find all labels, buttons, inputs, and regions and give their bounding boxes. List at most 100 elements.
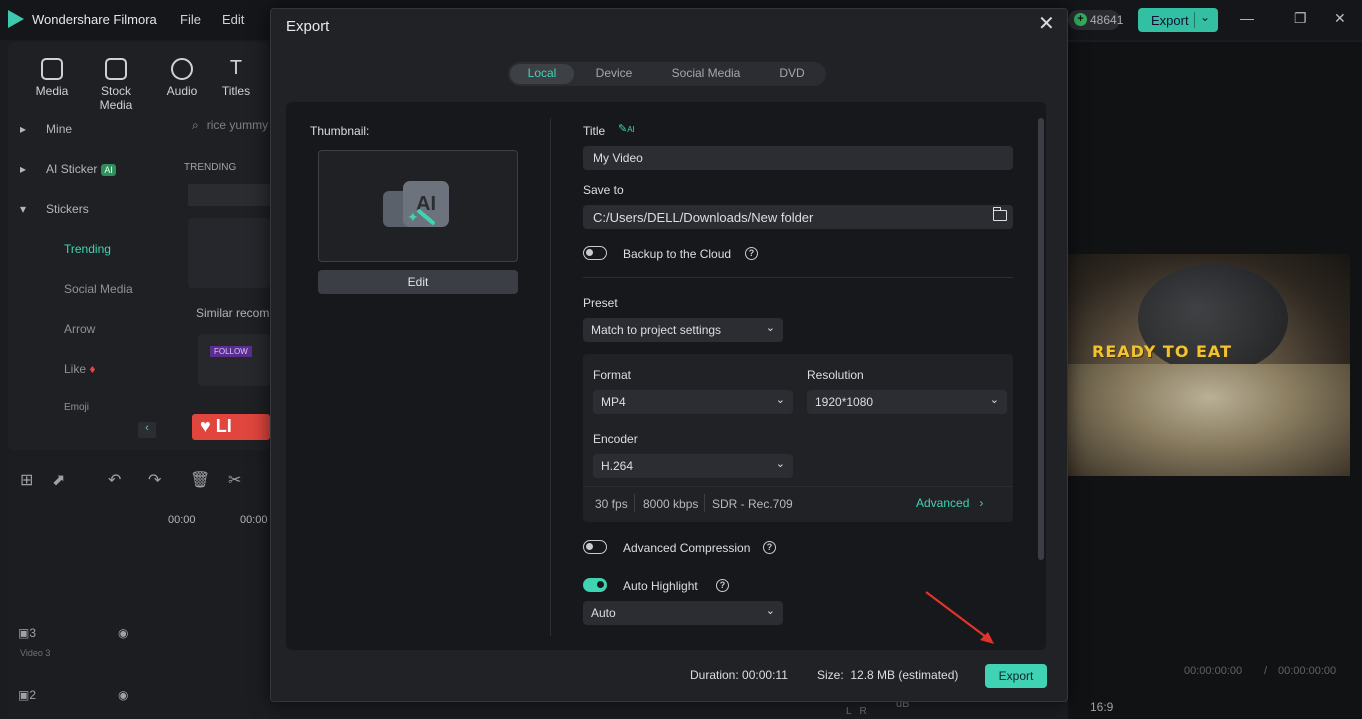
like-sticker-thumbnail[interactable]: ♥ LI: [192, 414, 270, 440]
chevron-down-icon: ⌄: [765, 322, 775, 334]
sticker-search-input[interactable]: ⌕ rice yummy: [184, 112, 270, 138]
advanced-link[interactable]: Advanced ›: [916, 496, 983, 510]
toolbar-titles[interactable]: T Titles: [206, 58, 266, 98]
tab-device[interactable]: Device: [590, 66, 638, 80]
auto-highlight-value: Auto: [591, 606, 616, 620]
thumbnail-preview[interactable]: AI ✦: [318, 150, 518, 262]
export-button[interactable]: Export: [985, 664, 1047, 688]
menu-file[interactable]: File: [180, 12, 201, 27]
advanced-compression-label: Advanced Compression: [623, 541, 751, 555]
delete-icon[interactable]: 🗑: [190, 470, 210, 490]
ai-title-icon-text: AI: [627, 125, 635, 134]
help-icon[interactable]: ?: [763, 541, 776, 554]
sidebar-item-stickers[interactable]: ▾ Stickers: [20, 202, 89, 216]
follow-sticker-thumbnail[interactable]: FOLLOW: [198, 334, 270, 386]
close-icon[interactable]: ✕: [1038, 14, 1055, 34]
collapse-panel-icon[interactable]: ‹: [138, 422, 156, 438]
close-window-icon[interactable]: ✕: [1334, 10, 1346, 27]
preset-value: Match to project settings: [591, 323, 722, 337]
ai-badge: AI: [101, 164, 116, 176]
auto-highlight-label: Auto Highlight: [623, 579, 698, 593]
toolbar-media-label: Media: [35, 84, 69, 98]
format-value: MP4: [601, 395, 626, 409]
track-video-icon: ▣2: [18, 688, 37, 702]
duration-info: Duration: 00:00:11: [690, 668, 788, 682]
sidebar-ai-sticker-label: AI Sticker: [46, 162, 98, 176]
maximize-icon[interactable]: ❐: [1294, 10, 1307, 27]
video-preview[interactable]: READY TO EAT: [1068, 254, 1350, 476]
top-export-button[interactable]: Export ⌄: [1138, 8, 1218, 32]
undo-icon[interactable]: ↶: [108, 470, 121, 490]
stock-media-icon: [105, 58, 127, 80]
chevron-down-icon: ⌄: [765, 605, 775, 617]
tab-social-media[interactable]: Social Media: [664, 66, 748, 80]
sidebar-item-social-media[interactable]: Social Media: [64, 282, 133, 296]
ai-title-icon[interactable]: ✎AI: [618, 122, 635, 135]
menu-edit[interactable]: Edit: [222, 12, 244, 27]
toolbar-audio-label: Audio: [166, 84, 198, 98]
track-number: 3: [29, 626, 37, 640]
sidebar-mine-label: Mine: [46, 122, 73, 136]
format-label: Format: [593, 368, 632, 382]
size-info: Size: 12.8 MB (estimated): [817, 668, 958, 682]
select-tool-icon[interactable]: ⬈: [52, 470, 65, 490]
save-to-input[interactable]: C:/Users/DELL/Downloads/New folder: [583, 205, 1013, 229]
resolution-select[interactable]: 1920*1080 ⌄: [807, 390, 1007, 414]
auto-highlight-select[interactable]: Auto ⌄: [583, 601, 783, 625]
eye-icon[interactable]: ◉: [118, 626, 128, 640]
minimize-icon[interactable]: —: [1240, 10, 1254, 26]
sidebar-item-arrow[interactable]: Arrow: [64, 322, 95, 336]
color-space-value: SDR - Rec.709: [712, 497, 793, 511]
toolbar-stock-media[interactable]: Stock Media: [84, 58, 148, 112]
folder-icon[interactable]: [992, 207, 1007, 221]
current-time: 00:00:00:00: [1184, 665, 1243, 677]
layout-icon[interactable]: ⊞: [20, 470, 33, 490]
sidebar-item-trending[interactable]: Trending: [64, 242, 111, 256]
tab-dvd[interactable]: DVD: [772, 66, 812, 80]
auto-highlight-toggle[interactable]: [583, 578, 607, 592]
sticker-thumbnail[interactable]: [188, 218, 270, 288]
help-icon[interactable]: ?: [716, 579, 729, 592]
advanced-compression-toggle[interactable]: [583, 540, 607, 554]
timeline-timecode: 00:00: [240, 514, 268, 526]
search-icon: ⌕: [192, 118, 199, 132]
trending-header: TRENDING: [184, 162, 237, 173]
encoder-select[interactable]: H.264 ⌄: [593, 454, 793, 478]
chevron-right-icon: ›: [979, 496, 984, 510]
edit-thumbnail-button[interactable]: Edit: [318, 270, 518, 294]
save-to-label: Save to: [583, 183, 624, 197]
sidebar-item-like[interactable]: Like ♦: [64, 362, 95, 376]
divider: [704, 494, 705, 512]
track-video-icon: ▣3: [18, 626, 37, 640]
track-name: Video 3: [20, 648, 51, 658]
scrollbar[interactable]: [1038, 118, 1044, 560]
preset-select[interactable]: Match to project settings ⌄: [583, 318, 783, 342]
dialog-title: Export: [286, 18, 330, 35]
sidebar-item-ai-sticker[interactable]: ▸ AI Sticker AI: [20, 162, 116, 176]
track-number: 2: [29, 688, 37, 702]
backup-toggle[interactable]: [583, 246, 607, 260]
title-input[interactable]: My Video: [583, 146, 1013, 170]
encoder-value: H.264: [601, 459, 634, 473]
divider: [550, 118, 551, 636]
toolbar-media[interactable]: Media: [22, 58, 82, 98]
sidebar-item-emoji[interactable]: Emoji: [64, 402, 89, 412]
eye-icon[interactable]: ◉: [118, 688, 128, 702]
tab-local[interactable]: Local: [510, 64, 574, 84]
redo-icon[interactable]: ↷: [148, 470, 161, 490]
sidebar-item-mine[interactable]: ▸ Mine: [20, 122, 72, 136]
timeline-panel: [8, 458, 270, 719]
divider: [583, 277, 1013, 278]
cut-icon[interactable]: ✂: [228, 470, 241, 490]
aspect-ratio-select[interactable]: 16:9: [1090, 700, 1113, 714]
size-label: Size:: [817, 668, 844, 682]
toolbar-audio[interactable]: Audio: [152, 58, 212, 98]
like-sticker-text: LI: [215, 416, 232, 436]
format-select[interactable]: MP4 ⌄: [593, 390, 793, 414]
bitrate-value: 8000 kbps: [643, 497, 699, 511]
help-icon[interactable]: ?: [745, 247, 758, 260]
sticker-thumbnail[interactable]: [188, 184, 270, 206]
credits-badge[interactable]: 48641: [1068, 10, 1123, 30]
duration-value: 00:00:11: [742, 668, 788, 682]
toolbar-titles-label: Titles: [221, 84, 251, 98]
